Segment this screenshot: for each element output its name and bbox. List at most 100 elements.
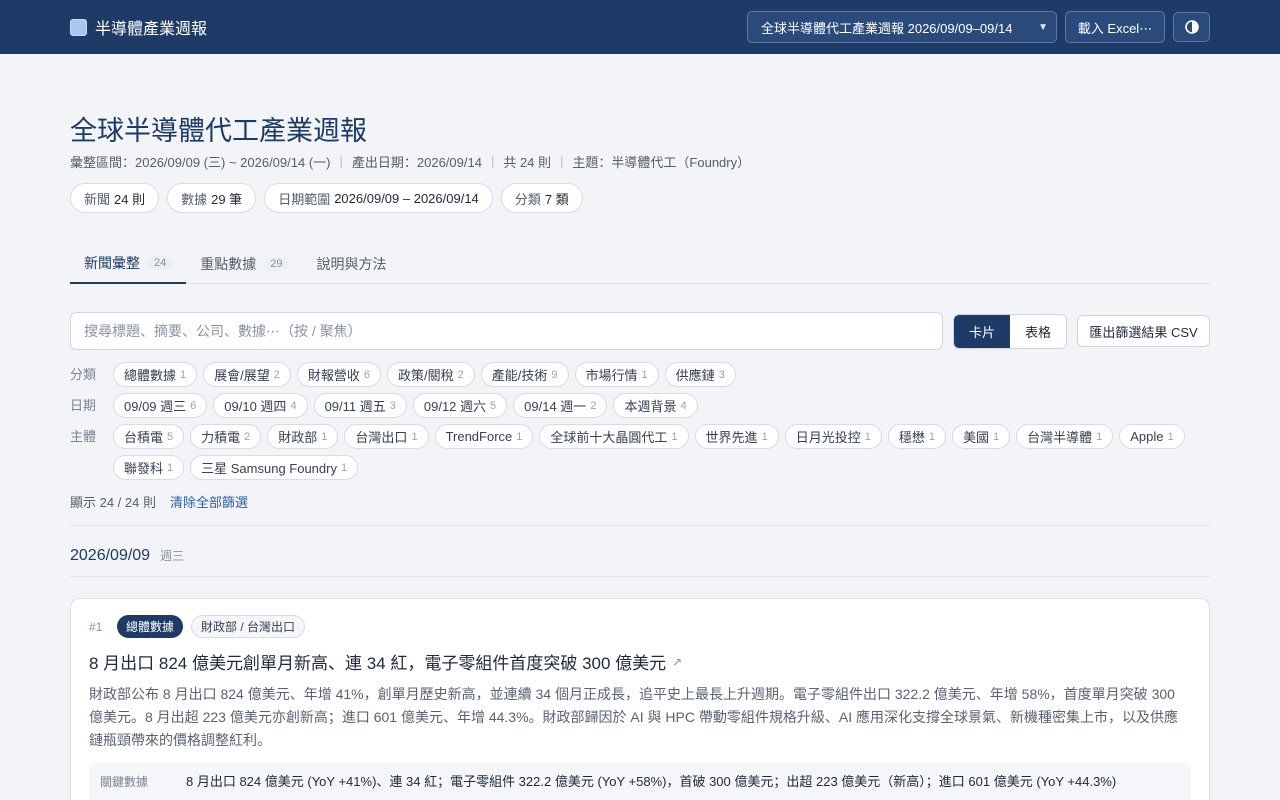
filter-label: 分類 bbox=[70, 367, 97, 382]
brand[interactable]: 半導體產業週報 bbox=[70, 15, 207, 39]
top-navigation-bar: 半導體產業週報 全球半導體代工產業週報 2026/09/09–09/14 ▼ 載… bbox=[0, 0, 1280, 54]
filter-category: 分類 總體數據 1 展會/展望 2 財報營收 6 政策/關稅 2 產能/技術 9 市場行情 1 供應鏈 3 bbox=[70, 362, 1210, 387]
entity-filter-chip[interactable]: 全球前十大晶圓代工 1 bbox=[539, 424, 689, 449]
stat-label: 數據 bbox=[181, 191, 208, 207]
chip-count: 1 bbox=[167, 461, 174, 474]
tab-count: 29 bbox=[264, 256, 289, 271]
date-filter-chip[interactable]: 09/11 週五 3 bbox=[313, 393, 407, 418]
view-table-button[interactable]: 表格 bbox=[1010, 314, 1066, 348]
category-filter-chip[interactable]: 總體數據 1 bbox=[113, 362, 198, 387]
date-filter-chip[interactable]: 09/10 週四 4 bbox=[213, 393, 308, 418]
chip-count: 4 bbox=[680, 399, 687, 412]
chip-label: 09/11 週五 bbox=[324, 399, 386, 414]
view-card-button[interactable]: 卡片 bbox=[954, 314, 1010, 348]
entity-filter-chip[interactable]: 聯發科 1 bbox=[113, 455, 185, 480]
date-filter-chip[interactable]: 本週背景 4 bbox=[613, 393, 698, 418]
meta-topic: 主題：半導體代工（Foundry） bbox=[572, 155, 751, 170]
chip-count: 2 bbox=[244, 430, 251, 443]
category-filter-chip[interactable]: 展會/展望 2 bbox=[203, 362, 291, 387]
entity-filter-chip[interactable]: 台灣出口 1 bbox=[344, 424, 429, 449]
card-summary: 財政部公布 8 月出口 824 億美元、年增 41%，創單月歷史新高，並連續 3… bbox=[89, 686, 1178, 748]
entity-tag[interactable]: 財政部 / 台灣出口 bbox=[191, 615, 306, 638]
contrast-icon bbox=[1184, 20, 1199, 34]
entity-filter-chip[interactable]: 穩懋 1 bbox=[887, 424, 946, 449]
search-input[interactable]: 搜尋標題、摘要、公司、數據⋯（按 / 聚焦） bbox=[70, 312, 943, 350]
chip-label: 日月光投控 bbox=[795, 430, 861, 445]
entity-filter-chip[interactable]: 世界先進 1 bbox=[694, 424, 779, 449]
filter-label: 主體 bbox=[70, 429, 97, 444]
brand-title: 半導體產業週報 bbox=[95, 21, 208, 38]
chip-label: 財政部 bbox=[278, 430, 318, 445]
date-group-weekday: 週三 bbox=[160, 549, 185, 563]
filter-entity: 主體 台積電 5 力積電 2 財政部 1 台灣出口 1 TrendForce 1 全球前十大晶圓代工… bbox=[70, 424, 1210, 480]
stat-date-range: 日期範圍 2026/09/09 – 2026/09/14 bbox=[264, 183, 493, 213]
date-filter-chip[interactable]: 09/14 週一 2 bbox=[513, 393, 608, 418]
card-title[interactable]: 8 月出口 824 億美元創單月新高、連 34 紅，電子零組件首度突破 300 … bbox=[89, 649, 1191, 674]
chip-label: 台灣半導體 bbox=[1027, 430, 1093, 445]
tab-news[interactable]: 新聞彙整 24 bbox=[70, 243, 187, 284]
theme-toggle-button[interactable] bbox=[1173, 12, 1210, 42]
entity-filter-chip[interactable]: 力積電 2 bbox=[190, 424, 262, 449]
chip-count: 3 bbox=[389, 399, 396, 412]
chip-count: 1 bbox=[671, 430, 678, 443]
category-filter-chip[interactable]: 市場行情 1 bbox=[574, 362, 659, 387]
chip-count: 1 bbox=[340, 461, 348, 474]
category-filter-chip[interactable]: 政策/關稅 2 bbox=[387, 362, 475, 387]
chip-label: 總體數據 bbox=[124, 368, 177, 383]
entity-filter-chip[interactable]: 三星 Samsung Foundry 1 bbox=[190, 455, 359, 480]
tab-methodology[interactable]: 說明與方法 bbox=[303, 243, 401, 284]
date-group-header: 2026/09/09 週三 bbox=[70, 526, 1210, 577]
load-excel-button[interactable]: 載入 Excel⋯ bbox=[1065, 11, 1165, 43]
category-tag[interactable]: 總體數據 bbox=[117, 615, 184, 638]
chip-label: 穩懋 bbox=[898, 430, 925, 445]
stat-label: 分類 bbox=[514, 191, 541, 207]
tab-key-data[interactable]: 重點數據 29 bbox=[186, 243, 302, 284]
entity-filter-chip[interactable]: 美國 1 bbox=[951, 424, 1011, 449]
chip-count: 1 bbox=[641, 368, 648, 381]
chip-count: 3 bbox=[718, 368, 725, 381]
chip-count: 1 bbox=[761, 430, 768, 443]
meta-range: 彙整區間：2026/09/09 (三) ~ 2026/09/14 (一) bbox=[70, 155, 331, 170]
chevron-down-icon: ▼ bbox=[1038, 21, 1048, 33]
tab-count: 24 bbox=[148, 255, 173, 270]
clear-filters-link[interactable]: 清除全部篩選 bbox=[170, 492, 248, 511]
entity-filter-chip[interactable]: TrendForce 1 bbox=[434, 424, 534, 449]
chip-count: 5 bbox=[167, 430, 174, 443]
chip-count: 6 bbox=[363, 368, 371, 381]
filter-date: 日期 09/09 週三 6 09/10 週四 4 09/11 週五 3 09/12 週六 5 0… bbox=[70, 393, 1210, 418]
stat-label: 新聞 bbox=[84, 191, 111, 207]
page-title: 全球半導體代工產業週報 bbox=[70, 116, 367, 146]
chip-label: 展會/展望 bbox=[214, 368, 270, 383]
export-csv-button[interactable]: 匯出篩選結果 CSV bbox=[1077, 315, 1210, 347]
entity-filter-chip[interactable]: 日月光投控 1 bbox=[784, 424, 882, 449]
entity-filter-chip[interactable]: 財政部 1 bbox=[267, 424, 339, 449]
report-meta: 彙整區間：2026/09/09 (三) ~ 2026/09/14 (一) | 產… bbox=[70, 152, 1210, 171]
date-filter-chip[interactable]: 09/12 週六 5 bbox=[412, 393, 508, 418]
filter-chips: 總體數據 1 展會/展望 2 財報營收 6 政策/關稅 2 產能/技術 9 市場行情 1 供應鏈 3 bbox=[113, 362, 736, 387]
category-filter-chip[interactable]: 供應鏈 3 bbox=[664, 362, 736, 387]
chip-label: 09/10 週四 bbox=[224, 399, 287, 414]
tab-label: 說明與方法 bbox=[316, 255, 387, 272]
card-header: #1 總體數據 財政部 / 台灣出口 bbox=[89, 615, 1191, 638]
filter-chips: 09/09 週三 6 09/10 週四 4 09/11 週五 3 09/12 週六 5 09/1… bbox=[113, 393, 698, 418]
stat-pills: 新聞 24 則 數據 29 筆 日期範圍 2026/09/09 – 2026/09/1… bbox=[70, 183, 1210, 213]
entity-filter-chip[interactable]: Apple 1 bbox=[1119, 424, 1185, 449]
report-select[interactable]: 全球半導體代工產業週報 2026/09/09–09/14 ▼ bbox=[747, 11, 1057, 43]
category-filter-chip[interactable]: 財報營收 6 bbox=[296, 362, 382, 387]
result-count: 顯示 24 / 24 則 bbox=[70, 495, 156, 510]
chip-count: 5 bbox=[490, 399, 497, 412]
date-filter-chip[interactable]: 09/09 週三 6 bbox=[113, 393, 208, 418]
chip-count: 1 bbox=[928, 430, 935, 443]
chip-label: 世界先進 bbox=[705, 430, 758, 445]
chip-label: 09/14 週一 bbox=[524, 399, 587, 414]
report-select-value: 全球半導體代工產業週報 2026/09/09–09/14 bbox=[761, 20, 1013, 36]
entity-filter-chip[interactable]: 台積電 5 bbox=[113, 424, 185, 449]
meta-separator: | bbox=[560, 154, 564, 169]
chip-label: 09/09 週三 bbox=[124, 399, 187, 414]
entity-filter-chip[interactable]: 台灣半導體 1 bbox=[1016, 424, 1114, 449]
chip-count: 1 bbox=[411, 430, 418, 443]
key-data-box: 關鍵數據 8 月出口 824 億美元 (YoY +41%)、連 34 紅；電子零… bbox=[89, 762, 1191, 800]
filter-chips: 台積電 5 力積電 2 財政部 1 台灣出口 1 TrendForce 1 全球前十大晶圓代工 1 世界… bbox=[113, 424, 1210, 480]
chip-count: 1 bbox=[1096, 430, 1103, 443]
category-filter-chip[interactable]: 產能/技術 9 bbox=[480, 362, 569, 387]
